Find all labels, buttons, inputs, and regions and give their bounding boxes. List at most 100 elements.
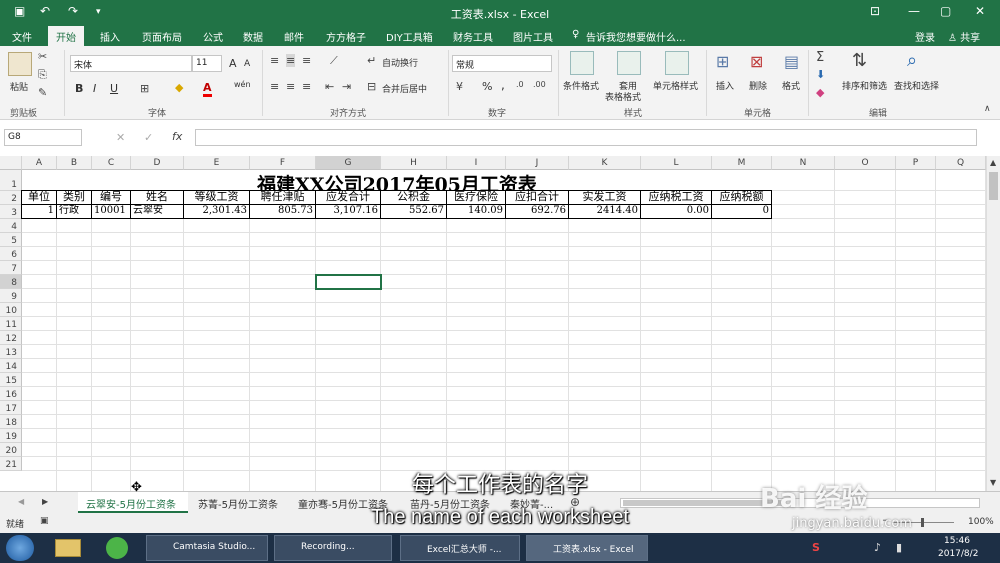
format-table-label-2[interactable]: 表格格式 [605, 90, 641, 103]
formula-input[interactable] [195, 129, 977, 146]
header-cell[interactable]: 应纳税额 [711, 190, 772, 205]
data-cell[interactable]: 805.73 [249, 204, 316, 219]
close-button[interactable]: ✕ [975, 4, 985, 18]
percent-button[interactable]: % [482, 80, 492, 93]
header-cell[interactable]: 应纳税工资 [640, 190, 712, 205]
selected-cell[interactable] [315, 274, 382, 290]
align-top-icon[interactable]: ≡ [270, 54, 279, 67]
row-header[interactable]: 20 [0, 443, 22, 457]
row-header[interactable]: 10 [0, 303, 22, 317]
italic-button[interactable]: I [93, 82, 96, 95]
cell-styles-icon[interactable] [665, 51, 689, 75]
row-header[interactable]: 1 [0, 170, 22, 191]
font-color-button[interactable]: A [203, 81, 212, 97]
merge-center-button[interactable]: 合并后居中 [382, 82, 427, 95]
row-header[interactable]: 17 [0, 401, 22, 415]
header-cell[interactable]: 医疗保险 [446, 190, 506, 205]
header-cell[interactable]: 等级工资 [183, 190, 250, 205]
tab-file[interactable]: 文件 [12, 29, 32, 44]
tab-finance[interactable]: 财务工具 [453, 29, 493, 44]
increase-indent-icon[interactable]: ⇥ [342, 80, 351, 93]
data-cell[interactable]: 1 [21, 204, 57, 219]
insert-cells-icon[interactable]: ⊞ [716, 52, 729, 71]
grow-font-button[interactable]: A [229, 57, 237, 70]
clear-icon[interactable]: ◆ [816, 86, 824, 99]
header-cell[interactable]: 公积金 [380, 190, 447, 205]
data-cell[interactable]: 140.09 [446, 204, 506, 219]
format-table-icon[interactable] [617, 51, 641, 75]
column-header[interactable]: B [57, 156, 92, 170]
format-painter-icon[interactable]: ✎ [38, 86, 47, 99]
header-cell[interactable]: 姓名 [130, 190, 184, 205]
header-cell[interactable]: 聘任津贴 [249, 190, 316, 205]
delete-cells-icon[interactable]: ⊠ [750, 52, 763, 71]
font-size-select[interactable]: 11 [192, 55, 222, 72]
tab-mail[interactable]: 邮件 [284, 29, 304, 44]
sort-filter-button[interactable]: 排序和筛选 [842, 79, 887, 92]
taskbar-recording[interactable]: Recording... [274, 535, 392, 561]
data-cell[interactable]: 2414.40 [568, 204, 641, 219]
decrease-decimal-icon[interactable]: .00 [533, 80, 546, 89]
row-header[interactable]: 11 [0, 317, 22, 331]
scroll-thumb[interactable] [989, 172, 998, 200]
currency-icon[interactable]: ¥ [456, 80, 463, 93]
collapse-ribbon-icon[interactable]: ∧ [984, 104, 991, 114]
column-header[interactable]: D [131, 156, 184, 170]
share-button[interactable]: ♙ 共享 [948, 29, 980, 44]
find-select-icon[interactable]: ⌕ [907, 50, 917, 71]
header-cell[interactable]: 单位 [21, 190, 57, 205]
insert-function-icon[interactable]: fx [172, 130, 182, 143]
header-cell[interactable]: 应发合计 [315, 190, 381, 205]
shrink-font-button[interactable]: A [244, 59, 250, 69]
tab-page-layout[interactable]: 页面布局 [142, 29, 182, 44]
row-header[interactable]: 6 [0, 247, 22, 261]
tab-data[interactable]: 数据 [243, 29, 263, 44]
align-bottom-icon[interactable]: ≡ [302, 54, 311, 67]
login-link[interactable]: 登录 [915, 29, 935, 44]
tab-insert[interactable]: 插入 [100, 29, 120, 44]
autosum-icon[interactable]: Σ [816, 50, 824, 65]
conditional-format-icon[interactable] [570, 51, 594, 75]
bold-button[interactable]: B [75, 82, 83, 95]
row-header[interactable]: 7 [0, 261, 22, 275]
sogou-icon[interactable]: S [812, 541, 820, 554]
font-name-select[interactable]: 宋体 [70, 55, 192, 72]
column-header[interactable]: A [22, 156, 57, 170]
column-header[interactable]: K [569, 156, 641, 170]
align-right-icon[interactable]: ≡ [302, 80, 311, 93]
column-header[interactable]: F [250, 156, 316, 170]
tell-me-input[interactable]: 告诉我您想要做什么... [586, 29, 686, 44]
worksheet-grid[interactable]: ABCDEFGHIJKLMNOPQ 1 2 3 4 5 6 7 8 9 10 11 12 13 14 15 1… [0, 156, 986, 491]
align-left-icon[interactable]: ≡ [270, 80, 279, 93]
column-header[interactable]: P [896, 156, 936, 170]
row-header[interactable]: 14 [0, 359, 22, 373]
format-cells-icon[interactable]: ▤ [784, 52, 799, 71]
network-icon[interactable]: ▮ [896, 541, 902, 554]
taskbar-excel-master[interactable]: Excel汇总大师 -... [400, 535, 520, 561]
row-header[interactable]: 9 [0, 289, 22, 303]
scroll-up-icon[interactable]: ▲ [990, 158, 996, 167]
data-cell[interactable]: 692.76 [505, 204, 569, 219]
column-header[interactable]: N [772, 156, 835, 170]
paste-icon[interactable] [8, 52, 32, 76]
increase-decimal-icon[interactable]: .0 [516, 80, 524, 89]
start-button[interactable] [6, 535, 34, 561]
row-header[interactable]: 19 [0, 429, 22, 443]
find-select-button[interactable]: 查找和选择 [894, 79, 939, 92]
column-header[interactable]: Q [936, 156, 986, 170]
column-header[interactable]: I [447, 156, 506, 170]
header-cell[interactable]: 实发工资 [568, 190, 641, 205]
tab-diy[interactable]: DIY工具箱 [386, 29, 433, 44]
name-box[interactable]: G8 [4, 129, 82, 146]
row-header[interactable]: 15 [0, 373, 22, 387]
cancel-icon[interactable]: ✕ [116, 131, 125, 144]
insert-cells-button[interactable]: 插入 [716, 79, 734, 92]
tab-fangfang[interactable]: 方方格子 [326, 29, 366, 44]
underline-button[interactable]: U [110, 82, 118, 95]
column-header[interactable]: E [184, 156, 250, 170]
data-cell[interactable]: 0.00 [640, 204, 712, 219]
align-middle-icon[interactable]: ≡ [286, 54, 296, 67]
row-header[interactable]: 3 [0, 205, 22, 219]
sheet-title-cell[interactable]: 福建XX公司2017年05月工资表 [22, 170, 772, 191]
orientation-icon[interactable]: ⟋ [330, 54, 338, 68]
